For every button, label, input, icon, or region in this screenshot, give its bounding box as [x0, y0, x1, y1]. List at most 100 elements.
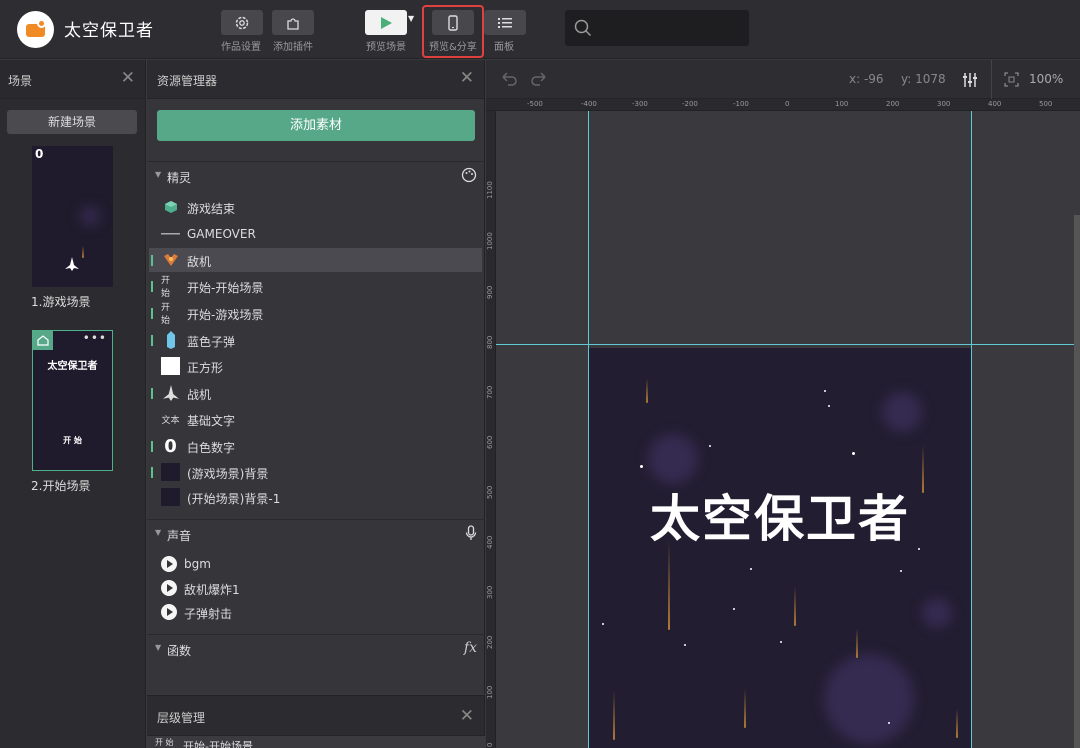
- asset-label: 游戏结束: [187, 202, 236, 216]
- streak: [856, 628, 858, 658]
- list-item[interactable]: 开 始 开始-游戏场景: [149, 301, 482, 326]
- guide-line[interactable]: [971, 111, 972, 748]
- star: [852, 452, 855, 455]
- collapse-icon[interactable]: ▼: [155, 528, 161, 537]
- redo-icon[interactable]: [530, 71, 548, 87]
- scene-score: 0: [35, 147, 44, 161]
- list-item[interactable]: 开 始 开始-开始场景: [149, 274, 482, 299]
- add-material-button[interactable]: 添加素材: [157, 110, 475, 141]
- list-item[interactable]: GAMEOVER: [149, 222, 482, 246]
- scene-label[interactable]: 2.开始场景: [31, 477, 90, 494]
- list-item[interactable]: 蓝色子弹: [149, 328, 482, 352]
- sounds-section-header[interactable]: ▼ 声音: [147, 519, 485, 547]
- close-icon[interactable]: ✕: [460, 706, 474, 726]
- asset-label: 蓝色子弹: [187, 335, 236, 349]
- guide-line[interactable]: [496, 344, 1080, 345]
- list-marker: [151, 467, 153, 478]
- x-coordinate: x: -96: [849, 72, 884, 86]
- ruler-tick: -100: [733, 100, 749, 108]
- zoom-level[interactable]: 100%: [1029, 72, 1063, 86]
- list-item[interactable]: 正方形: [149, 354, 482, 378]
- ruler-tick: -300: [632, 100, 648, 108]
- close-icon[interactable]: ✕: [121, 68, 135, 88]
- preview-dropdown-icon[interactable]: ▼: [408, 14, 414, 23]
- enemy-ship-icon: [161, 251, 180, 269]
- play-icon[interactable]: [161, 556, 177, 572]
- add-plugin-label: 添加插件: [273, 42, 313, 53]
- list-item[interactable]: 0 白色数字: [149, 434, 482, 458]
- undo-icon[interactable]: [500, 71, 518, 87]
- horizontal-ruler: -500 -400 -300 -200 -100 0 100 200 300 4…: [486, 99, 1080, 111]
- list-item[interactable]: 敌机: [149, 248, 482, 272]
- list-item[interactable]: (游戏场景)背景: [149, 460, 482, 484]
- list-item[interactable]: 游戏结束: [149, 195, 482, 219]
- ruler-tick: 300: [937, 100, 951, 108]
- stage-title[interactable]: 太空保卫者: [588, 479, 972, 551]
- list-item[interactable]: 战机: [149, 381, 482, 405]
- star: [709, 445, 711, 447]
- collapse-icon[interactable]: ▼: [155, 170, 161, 179]
- ruler-tick: -400: [581, 100, 597, 108]
- assets-title: 资源管理器: [157, 74, 218, 88]
- settings-button[interactable]: [221, 10, 263, 35]
- sound-label: 敌机爆炸1: [184, 583, 240, 597]
- list-item[interactable]: bgm: [149, 552, 482, 576]
- scene-thumbnail-game[interactable]: 0: [32, 146, 113, 287]
- bg-thumb-icon: [161, 488, 180, 506]
- app-title: 太空保卫者: [64, 21, 154, 41]
- panel-button[interactable]: [484, 10, 526, 35]
- list-marker: [151, 281, 153, 292]
- streak: [613, 690, 615, 740]
- microphone-icon[interactable]: [465, 525, 477, 545]
- sliders-icon[interactable]: [961, 71, 979, 89]
- functions-section-header[interactable]: ▼ 函数 fx: [147, 634, 485, 662]
- streak: [646, 378, 648, 403]
- star: [602, 623, 604, 625]
- play-icon[interactable]: [161, 604, 177, 620]
- layer-item[interactable]: 开 始 开始-开始场景: [147, 736, 485, 748]
- list-item[interactable]: 敌机爆炸1: [149, 576, 482, 600]
- palette-icon[interactable]: [461, 167, 477, 187]
- sound-label: bgm: [184, 557, 211, 571]
- ruler-tick: 200: [886, 100, 900, 108]
- star: [824, 390, 826, 392]
- list-marker: [151, 388, 153, 399]
- streak: [956, 708, 958, 738]
- glow: [824, 654, 914, 744]
- scrollbar[interactable]: [1074, 215, 1080, 748]
- list-item[interactable]: 子弹射击: [149, 600, 482, 624]
- game-stage[interactable]: 太空保卫者: [588, 348, 972, 748]
- search-input[interactable]: [565, 10, 749, 46]
- list-marker: [151, 308, 153, 319]
- guide-line[interactable]: [588, 111, 589, 748]
- close-icon[interactable]: ✕: [460, 68, 474, 88]
- play-icon[interactable]: [161, 580, 177, 596]
- fit-screen-icon[interactable]: [1004, 72, 1019, 87]
- canvas-area[interactable]: x: -96 y: 1078 100% -500 -400 -300 -200 …: [486, 60, 1080, 748]
- streak: [82, 246, 84, 258]
- cube-icon: [161, 198, 180, 216]
- glow: [922, 598, 952, 628]
- asset-label: (开始场景)背景-1: [187, 492, 281, 506]
- more-icon[interactable]: •••: [83, 331, 107, 345]
- asset-label: 正方形: [187, 361, 224, 375]
- scene-thumbnail-start[interactable]: ••• 太空保卫者 开 始: [32, 330, 113, 471]
- sprites-section-header[interactable]: ▼ 精灵: [147, 161, 485, 189]
- ruler-tick: 900: [486, 285, 494, 299]
- divider: [991, 60, 992, 99]
- star: [888, 722, 890, 724]
- ruler-tick: 0: [486, 742, 494, 747]
- scene-label[interactable]: 1.游戏场景: [31, 293, 90, 310]
- add-plugin-button[interactable]: [272, 10, 314, 35]
- function-icon[interactable]: fx: [464, 640, 477, 656]
- star: [780, 641, 782, 643]
- preview-scene-button[interactable]: [365, 10, 407, 35]
- new-scene-button[interactable]: 新建场景: [7, 110, 137, 134]
- glow: [80, 206, 100, 226]
- list-item[interactable]: 文本 基础文字: [149, 407, 482, 431]
- home-icon[interactable]: [33, 331, 53, 350]
- asset-label: 开始-游戏场景: [187, 308, 264, 322]
- square-icon: [161, 357, 180, 375]
- list-item[interactable]: (开始场景)背景-1: [149, 485, 482, 509]
- collapse-icon[interactable]: ▼: [155, 643, 161, 652]
